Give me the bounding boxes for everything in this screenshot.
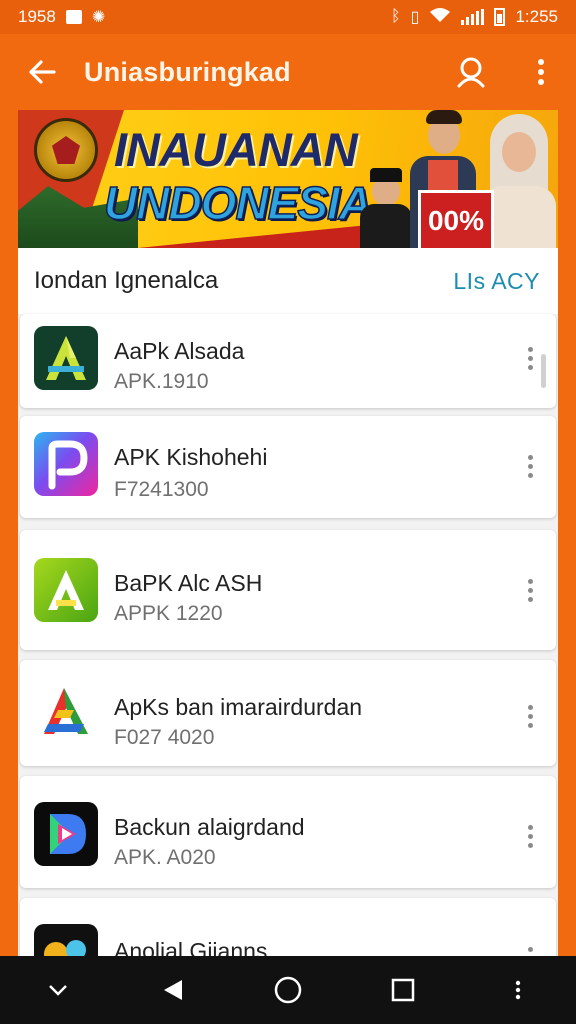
app-name: AaPk Alsada [114,338,245,364]
person-icon[interactable] [436,34,506,110]
app-name: APK Kishohehi [114,444,268,470]
app-icon-anolial [34,924,98,956]
more-vertical-icon[interactable] [506,34,576,110]
section-see-all-link[interactable]: LIs ACY [453,268,540,295]
app-name: ApKs ban imarairdurdan [114,694,363,720]
gallery-notification-icon [65,10,82,24]
app-icon-bapk [34,558,98,622]
status-bar: 1958 ✺ ᛒ ▯ 1:255 [0,0,576,34]
more-vertical-icon[interactable] [518,338,542,378]
app-list-item[interactable]: Anolial Giianns [20,898,556,956]
section-title: Iondan Ignenalca [34,267,219,294]
signal-icon [461,9,485,25]
app-meta: APK.1910 [114,370,209,393]
wifi-icon [429,7,451,28]
system-nav-bar [0,956,576,1024]
app-name: Anolial Giianns [114,938,268,956]
app-meta: F027 4020 [114,726,215,749]
app-notification-icon: ✺ [91,9,106,26]
nav-more-icon[interactable] [488,960,548,1020]
app-icon-apk-kishohehi [34,432,98,496]
nav-recents-icon[interactable] [373,960,433,1020]
page-title: Uniasburingkad [84,56,291,87]
banner-title: INAUANAN [114,123,358,176]
scrollbar[interactable] [541,354,546,388]
arrow-left-icon[interactable] [0,34,84,110]
nav-back-icon[interactable] [143,960,203,1020]
status-clock: 1:255 [515,7,558,26]
more-vertical-icon[interactable] [518,816,542,856]
app-icon-backun [34,802,98,866]
app-name: BaPK Alc ASH [114,570,263,596]
more-vertical-icon[interactable] [518,570,542,610]
app-meta: F7241300 [114,478,209,501]
app-icon-apks [34,680,98,744]
nav-home-icon[interactable] [258,960,318,1020]
promo-banner[interactable]: INAUANAN UNDONESIA 00% [18,110,558,248]
bluetooth-icon: ᛒ [391,8,401,25]
garuda-emblem-icon [34,118,98,182]
more-vertical-icon[interactable] [518,446,542,486]
app-list-item[interactable]: APK Kishohehi F7241300 [20,416,556,518]
app-list-item[interactable]: AaPk Alsada APK.1910 [20,314,556,408]
more-vertical-icon[interactable] [518,696,542,736]
app-list-item[interactable]: BaPK Alc ASH APPK 1220 [20,530,556,650]
battery-icon [494,8,506,26]
app-list-item[interactable]: Backun alaigrdand APK. A020 [20,776,556,888]
app-meta: APK. A020 [114,846,216,869]
section-header: Iondan Ignenalca LIs ACY [18,248,558,314]
content-panel: INAUANAN UNDONESIA 00% Iondan Ignenalca … [18,110,558,956]
app-list-item[interactable]: ApKs ban imarairdurdan F027 4020 [20,660,556,766]
app-icon-aapk [34,326,98,390]
vibrate-icon: ▯ [410,9,420,26]
app-meta: APPK 1220 [114,602,223,625]
app-name: Backun alaigrdand [114,814,305,840]
more-vertical-icon[interactable] [518,938,542,956]
status-time: 1958 [18,7,56,26]
discount-badge: 00% [418,190,494,248]
chevron-down-icon[interactable] [28,960,88,1020]
banner-subtitle: UNDONESIA [103,176,373,230]
app-bar: Uniasburingkad [0,34,576,110]
